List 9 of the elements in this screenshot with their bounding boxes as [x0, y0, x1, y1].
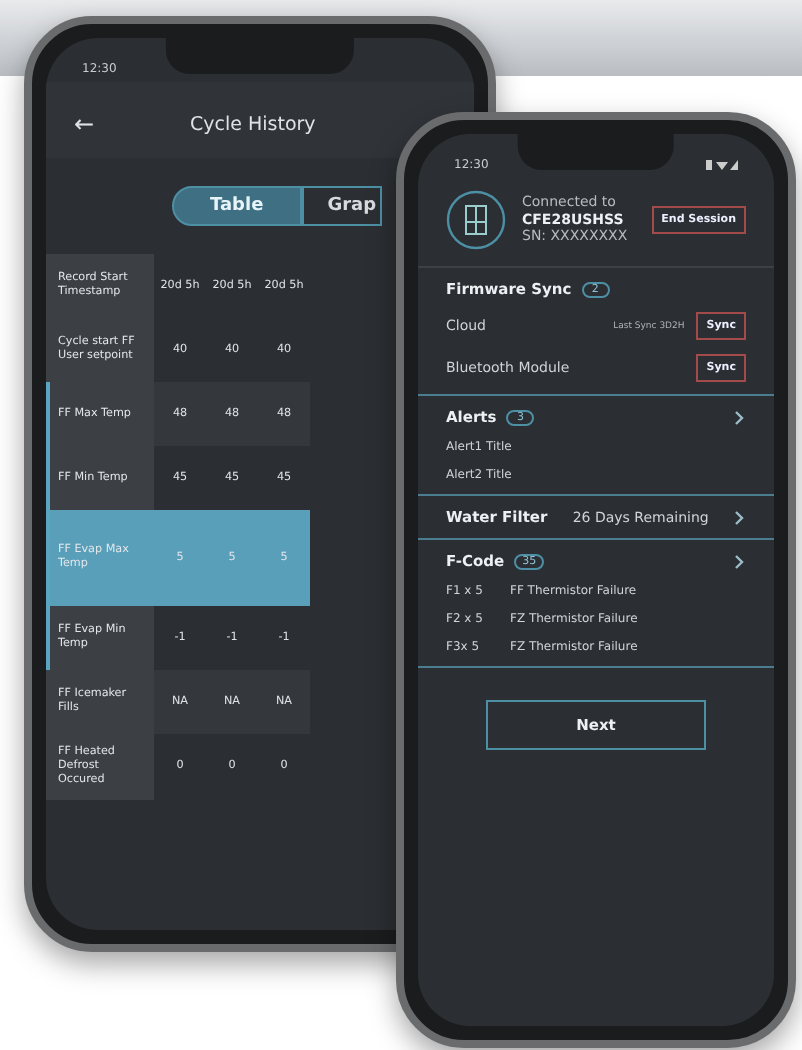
view-tab[interactable]: Grap [301, 186, 383, 226]
chevron-icon [734, 509, 746, 525]
screen-title: Cycle History [190, 113, 316, 135]
fridge-icon [446, 190, 506, 250]
chevron-icon [734, 553, 746, 569]
view-tab[interactable]: Table [172, 186, 302, 226]
chevron-icon [734, 409, 746, 425]
status-icons [706, 157, 738, 171]
back-icon[interactable]: ← [74, 110, 154, 138]
